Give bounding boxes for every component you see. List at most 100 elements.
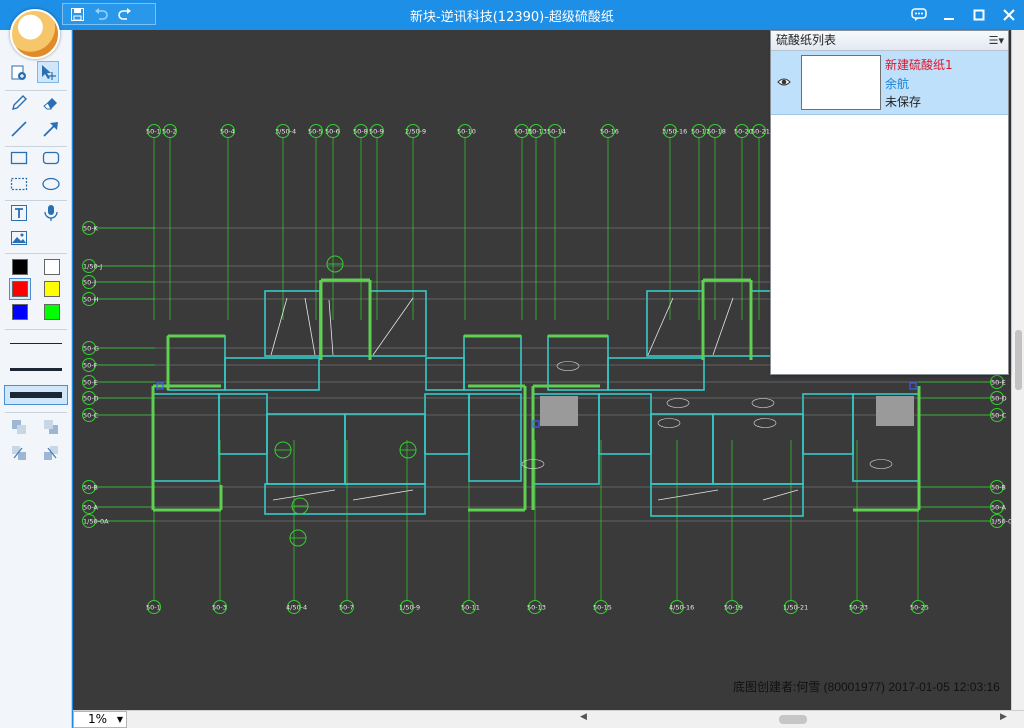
color-swatch-blue[interactable] — [12, 304, 28, 320]
wall-outline — [802, 393, 854, 455]
text-tool[interactable] — [8, 202, 30, 224]
line-width-thick-bar — [10, 392, 62, 398]
axis-bubble-right-label: 50-B — [991, 484, 1006, 492]
panel-menu-icon[interactable]: ☰▾ — [989, 31, 1004, 50]
pencil-icon — [12, 95, 27, 110]
new-sheet-tool[interactable] — [8, 62, 30, 84]
axis-bubble-bottom-label: 50-23 — [849, 604, 868, 612]
undo-icon[interactable] — [93, 6, 109, 22]
color-swatch-green[interactable] — [44, 304, 60, 320]
send-back-icon — [44, 420, 58, 434]
line-width-medium[interactable] — [10, 368, 62, 371]
line-tool[interactable] — [8, 118, 30, 140]
bring-front-tool[interactable] — [8, 416, 30, 438]
axis-bubble-left-label: 1/50-J — [83, 263, 102, 271]
door-line — [328, 299, 334, 356]
vertical-scroll-thumb[interactable] — [1015, 330, 1022, 390]
axis-bubble-right-label: 50-E — [991, 379, 1006, 387]
image-tool[interactable] — [8, 227, 30, 249]
dashed-rect-tool[interactable] — [8, 173, 30, 195]
axis-bubble-bottom-label: 50-15 — [593, 604, 612, 612]
redo-icon[interactable] — [117, 6, 133, 22]
axis-bubble-left-label: 50-G — [83, 345, 99, 353]
shaft-block — [540, 396, 578, 426]
pencil-tool[interactable] — [8, 92, 30, 114]
sheet-list-item[interactable]: 新建硫酸纸1 余航 未保存 — [771, 51, 1008, 115]
save-icon[interactable] — [69, 6, 85, 22]
send-down-tool[interactable] — [40, 442, 62, 464]
image-icon — [11, 231, 27, 245]
eraser-tool[interactable] — [40, 92, 62, 114]
axis-bubble-left-label: 50-B — [83, 484, 98, 492]
color-swatch-yellow[interactable] — [44, 281, 60, 297]
axis-bubble-left-label: 50-J — [83, 279, 96, 287]
eraser-icon — [43, 98, 57, 110]
color-swatch-white[interactable] — [44, 259, 60, 275]
room-tag — [657, 418, 681, 428]
send-down-icon — [44, 446, 58, 460]
wall-outline — [266, 413, 346, 485]
scroll-left-icon[interactable]: ◀ — [580, 712, 587, 722]
toolbar-separator — [5, 90, 67, 91]
scroll-right-icon[interactable]: ▶ — [1000, 712, 1007, 722]
arrow-tool[interactable] — [40, 118, 62, 140]
axis-bubble-top-label: 50-1 — [146, 128, 161, 136]
axis-bubble-bottom-label: 50-19 — [724, 604, 743, 612]
door-line — [372, 297, 414, 356]
rounded-rect-tool[interactable] — [40, 147, 62, 169]
ellipse-tool[interactable] — [40, 173, 62, 195]
door-line — [657, 489, 719, 501]
axis-bubble-bottom-label: 50-13 — [527, 604, 546, 612]
axis-bubble-left-label: 50-H — [83, 296, 99, 304]
close-button[interactable] — [994, 0, 1024, 30]
maximize-button[interactable] — [964, 0, 994, 30]
wall-outline — [152, 393, 220, 482]
axis-bubble-bottom-label: 4/50-16 — [669, 604, 694, 612]
feedback-icon[interactable] — [904, 0, 934, 30]
sheet-status: 未保存 — [885, 95, 922, 109]
horizontal-scroll-thumb[interactable] — [779, 715, 807, 724]
send-back-tool[interactable] — [40, 416, 62, 438]
app-logo[interactable] — [10, 9, 60, 59]
title-bar: 新块-逆讯科技(12390)-超级硫酸纸 — [0, 0, 1024, 30]
axis-bubble-bottom-label: 50-25 — [910, 604, 929, 612]
wall-outline — [646, 290, 704, 357]
wall-outline — [650, 483, 804, 517]
axis-bubble-top-label: 50-13 — [528, 128, 547, 136]
visibility-eye-icon[interactable] — [777, 75, 791, 89]
wall-outline — [344, 413, 426, 485]
axis-bubble-top-label: 50-9 — [369, 128, 384, 136]
toolbar-separator — [5, 253, 67, 254]
door-line — [270, 297, 288, 356]
line-width-thick-selected[interactable] — [4, 385, 68, 405]
zoom-select[interactable]: 1% ▼ — [73, 711, 127, 728]
room-tag — [753, 418, 777, 428]
sheet-owner: 余航 — [885, 77, 910, 91]
rectangle-tool[interactable] — [8, 147, 30, 169]
line-width-thin[interactable] — [10, 343, 62, 344]
bring-up-tool[interactable] — [8, 442, 30, 464]
axis-bubble-right-label: 1/50-0A — [991, 518, 1011, 526]
axis-bubble-right-label: 50-D — [991, 395, 1007, 403]
axis-bubble-bottom-label: 1/50-9 — [399, 604, 420, 612]
toolbar-separator — [5, 412, 67, 413]
room-tag — [666, 398, 690, 408]
axis-bubble-bottom-label: 50-11 — [461, 604, 480, 612]
vertical-scrollbar[interactable] — [1011, 30, 1024, 710]
toolbar-separator — [5, 329, 67, 330]
color-swatch-red[interactable] — [12, 281, 28, 297]
bring-front-icon — [12, 420, 26, 434]
quick-access-toolbar — [62, 3, 156, 25]
axis-bubble-bottom-label: 50-1 — [146, 604, 161, 612]
select-tool[interactable] — [37, 61, 59, 83]
axis-bubble-bottom-label: 4/50-4 — [286, 604, 307, 612]
wall-outline — [218, 393, 268, 455]
color-swatch-black[interactable] — [12, 259, 28, 275]
voice-tool[interactable] — [40, 202, 62, 224]
axis-bubble-top-label: 50-18 — [707, 128, 726, 136]
room-tag — [869, 459, 893, 469]
wall-outline — [369, 290, 427, 357]
bring-up-icon — [12, 446, 26, 460]
minimize-button[interactable] — [934, 0, 964, 30]
toolbar-separator — [5, 200, 67, 201]
